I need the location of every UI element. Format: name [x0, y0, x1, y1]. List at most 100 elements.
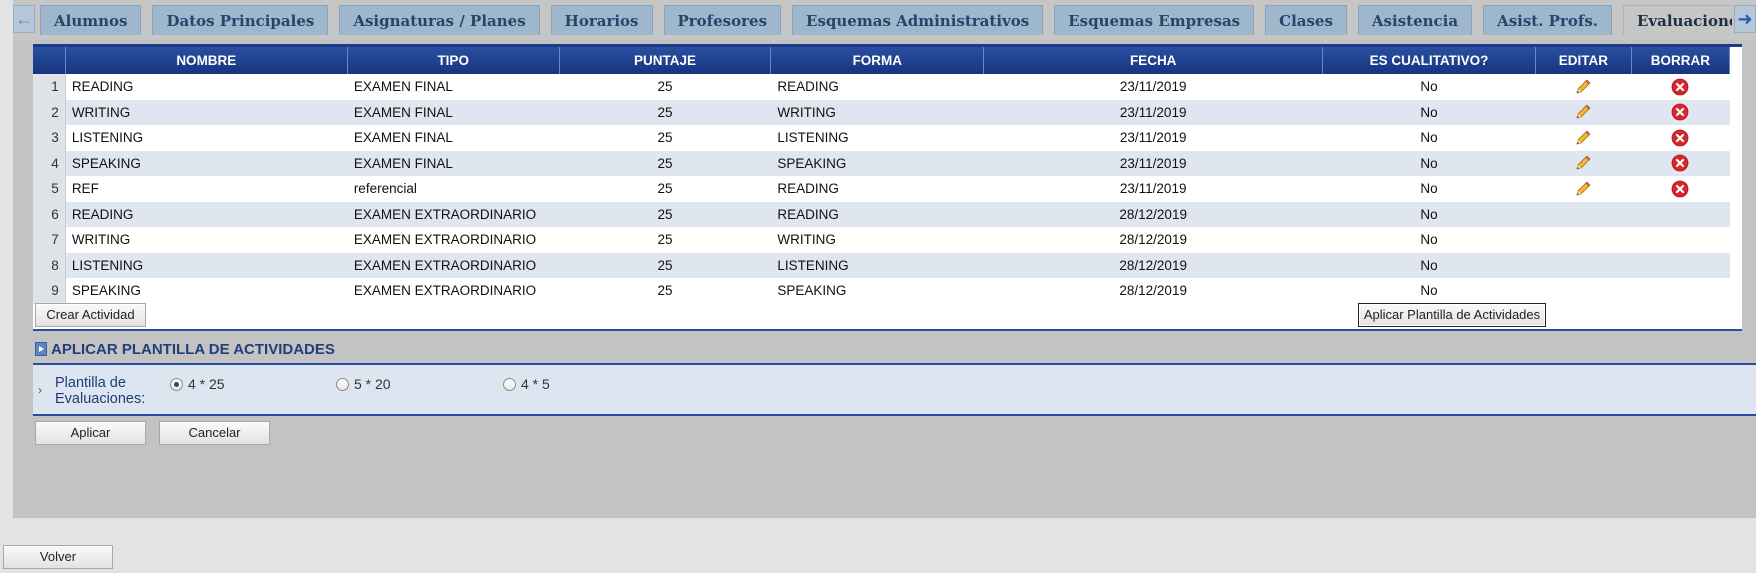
cell-editar [1535, 176, 1632, 202]
radio-button-icon[interactable] [170, 378, 183, 391]
table-row[interactable]: 9 SPEAKING EXAMEN EXTRAORDINARIO 25 SPEAKING… [33, 278, 1730, 304]
aplicar-plantilla-button[interactable]: Aplicar Plantilla de Actividades [1358, 303, 1546, 327]
cell-tipo: EXAMEN FINAL [347, 99, 560, 125]
crear-actividad-button[interactable]: Crear Actividad [35, 303, 146, 327]
cell-cualitativo: No [1322, 278, 1536, 304]
col-puntaje[interactable]: PUNTAJE [559, 47, 772, 74]
cell-borrar [1631, 99, 1730, 125]
radio-button-icon[interactable] [503, 378, 516, 391]
cell-cualitativo: No [1322, 201, 1536, 227]
cell-nombre: SPEAKING [65, 150, 348, 176]
grid-header-row: NOMBRE TIPO PUNTAJE FORMA FECHA ES CUALI… [33, 47, 1731, 74]
plantilla-label-line1: Plantilla de [55, 375, 126, 391]
table-row[interactable]: 8 LISTENING EXAMEN EXTRAORDINARIO 25 LISTENI… [33, 252, 1730, 278]
table-row[interactable]: 6 READING EXAMEN EXTRAORDINARIO 25 READING 28… [33, 201, 1730, 227]
cell-puntaje: 25 [559, 74, 771, 100]
plantilla-label-line2: Evaluaciones: [55, 391, 146, 407]
col-tipo[interactable]: TIPO [347, 47, 560, 74]
cell-tipo: EXAMEN EXTRAORDINARIO [347, 201, 560, 227]
cell-fecha: 28/12/2019 [983, 252, 1323, 278]
cell-cualitativo: No [1322, 227, 1536, 253]
cell-fecha: 28/12/2019 [983, 278, 1323, 304]
table-row[interactable]: 7 WRITING EXAMEN EXTRAORDINARIO 25 WRITING 28… [33, 227, 1730, 253]
tab-esquemas-administrativos[interactable]: Esquemas Administrativos [792, 5, 1044, 35]
table-row[interactable]: 3 LISTENING EXAMEN FINAL 25 LISTENING 23/11/2… [33, 125, 1730, 151]
delete-icon[interactable] [1671, 154, 1689, 172]
table-row[interactable]: 2 WRITING EXAMEN FINAL 25 WRITING 23/11/2019 N… [33, 99, 1730, 125]
tab-asignaturas-planes[interactable]: Asignaturas / Planes [339, 5, 540, 35]
tab-horarios[interactable]: Horarios [550, 5, 653, 35]
cancelar-button[interactable]: Cancelar [159, 421, 270, 445]
radio-label: 4 * 5 [521, 376, 550, 392]
tab-alumnos[interactable]: Alumnos [40, 5, 142, 35]
row-number: 5 [33, 176, 66, 202]
pencil-icon[interactable] [1574, 103, 1592, 121]
row-number: 8 [33, 252, 66, 278]
pencil-icon[interactable] [1574, 129, 1592, 147]
radio-button-icon[interactable] [336, 378, 349, 391]
cell-editar [1535, 201, 1632, 227]
pencil-icon[interactable] [1574, 154, 1592, 172]
col-nombre[interactable]: NOMBRE [65, 47, 348, 74]
row-number: 2 [33, 99, 66, 125]
cell-puntaje: 25 [559, 150, 771, 176]
aplicar-button[interactable]: Aplicar [35, 421, 146, 445]
cell-tipo: EXAMEN EXTRAORDINARIO [347, 227, 560, 253]
volver-button[interactable]: Volver [3, 545, 113, 569]
cell-puntaje: 25 [559, 201, 771, 227]
cell-borrar [1631, 252, 1730, 278]
pencil-icon[interactable] [1574, 78, 1592, 96]
col-cualitativo[interactable]: ES CUALITATIVO? [1322, 47, 1536, 74]
cell-cualitativo: No [1322, 252, 1536, 278]
table-row[interactable]: 4 SPEAKING EXAMEN FINAL 25 SPEAKING 23/11/201… [33, 150, 1730, 176]
radio-label: 4 * 25 [188, 376, 225, 392]
cell-forma: WRITING [770, 99, 984, 125]
table-row[interactable]: 5 REF referencial 25 READING 23/11/2019 No [33, 176, 1730, 202]
tab-clases[interactable]: Clases [1265, 5, 1347, 35]
tab-strip: ← Alumnos Datos Principales Asignaturas / … [13, 0, 1756, 40]
cell-forma: SPEAKING [770, 278, 984, 304]
plantilla-title-text: APLICAR PLANTILLA DE ACTIVIDADES [51, 341, 335, 358]
row-number: 4 [33, 150, 66, 176]
cell-cualitativo: No [1322, 125, 1536, 151]
tab-esquemas-empresas[interactable]: Esquemas Empresas [1054, 5, 1255, 35]
radio-4x25[interactable]: 4 * 25 [170, 376, 225, 392]
cell-borrar [1631, 278, 1730, 304]
table-row[interactable]: 1 READING EXAMEN FINAL 25 READING 23/11/2019 N… [33, 74, 1730, 100]
row-number: 3 [33, 125, 66, 151]
cell-borrar [1631, 176, 1730, 202]
pencil-icon[interactable] [1574, 180, 1592, 198]
cell-forma: READING [770, 176, 984, 202]
cell-nombre: SPEAKING [65, 278, 348, 304]
col-fecha[interactable]: FECHA [983, 47, 1324, 74]
tab-asistencia[interactable]: Asistencia [1357, 5, 1473, 35]
cell-cualitativo: No [1322, 74, 1536, 100]
cell-puntaje: 25 [559, 227, 771, 253]
delete-icon[interactable] [1671, 180, 1689, 198]
plantilla-section-title[interactable]: APLICAR PLANTILLA DE ACTIVIDADES [35, 341, 335, 358]
radio-4x5[interactable]: 4 * 5 [503, 376, 550, 392]
plantilla-form: › Plantilla de Evaluaciones: 4 * 25 5 * … [33, 363, 1756, 416]
cell-puntaje: 25 [559, 278, 771, 304]
radio-5x20[interactable]: 5 * 20 [336, 376, 391, 392]
delete-icon[interactable] [1671, 78, 1689, 96]
tab-scroll-left-icon[interactable]: ← [13, 5, 35, 33]
cell-forma: LISTENING [770, 252, 984, 278]
delete-icon[interactable] [1671, 103, 1689, 121]
cell-editar [1535, 252, 1632, 278]
cell-puntaje: 25 [559, 125, 771, 151]
tab-list: Alumnos Datos Principales Asignaturas / Pl… [40, 5, 1732, 35]
delete-icon[interactable] [1671, 129, 1689, 147]
radio-label: 5 * 20 [354, 376, 391, 392]
tab-datos-principales[interactable]: Datos Principales [152, 5, 329, 35]
row-number: 7 [33, 227, 66, 253]
tab-scroll-right-icon[interactable]: ➜ [1734, 5, 1756, 33]
tab-evaluaciones[interactable]: Evaluaciones [1622, 5, 1732, 35]
col-forma[interactable]: FORMA [770, 47, 985, 74]
tab-asist-profs[interactable]: Asist. Profs. [1483, 5, 1612, 35]
cell-editar [1535, 99, 1632, 125]
row-number: 6 [33, 201, 66, 227]
tab-profesores[interactable]: Profesores [663, 5, 782, 35]
cell-tipo: EXAMEN EXTRAORDINARIO [347, 252, 560, 278]
cell-cualitativo: No [1322, 150, 1536, 176]
